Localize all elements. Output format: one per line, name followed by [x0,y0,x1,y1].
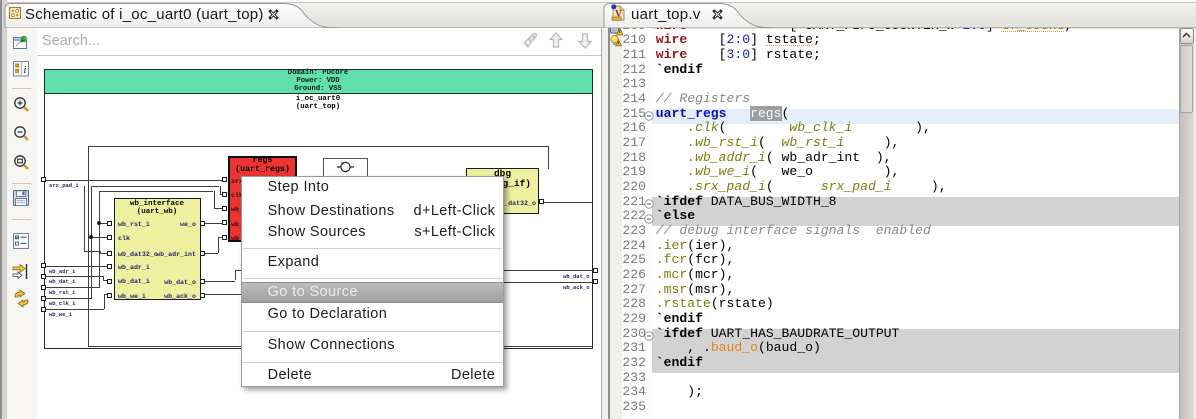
svg-text:i: i [23,64,26,76]
